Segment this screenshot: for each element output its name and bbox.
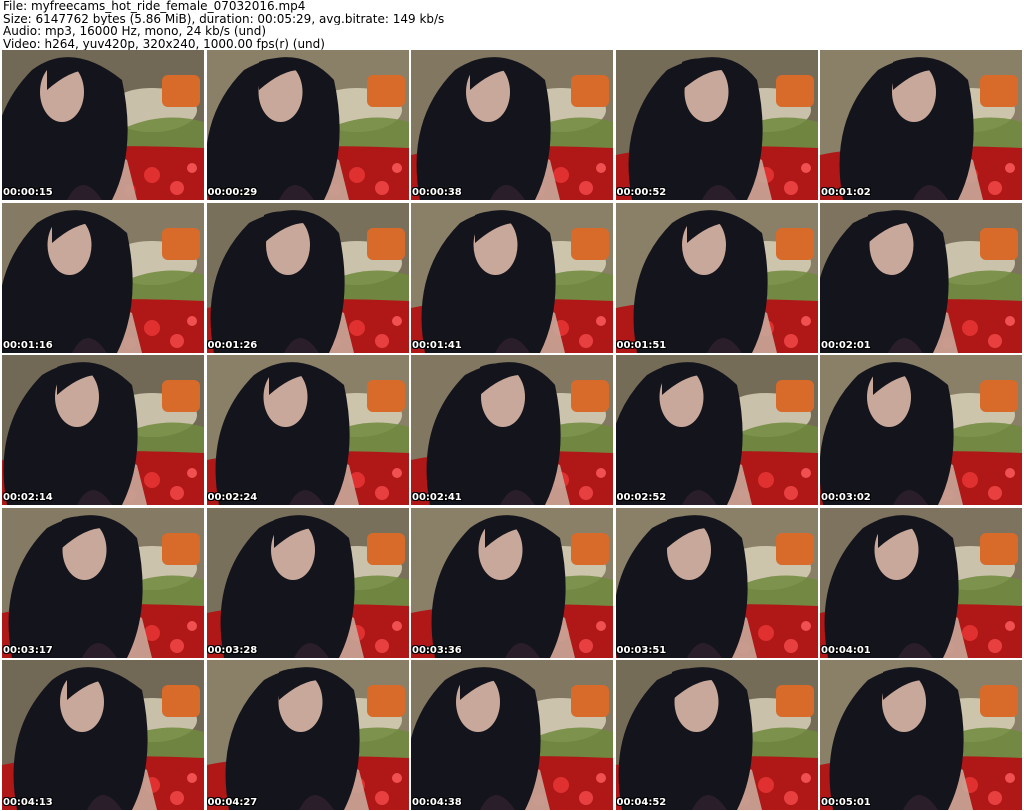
- frame-timestamp: 00:01:02: [821, 187, 871, 198]
- frame-timestamp: 00:02:52: [616, 492, 667, 503]
- webcam-frame-image: [2, 660, 204, 810]
- webcam-frame-image: [411, 507, 613, 658]
- thumbnail-frame: 00:01:02: [820, 50, 1022, 200]
- webcam-frame-image: [615, 355, 818, 505]
- frame-timestamp: 00:04:38: [412, 797, 462, 808]
- frame-timestamp: 00:01:51: [616, 339, 667, 351]
- thumbnail-frame: 00:05:01: [820, 660, 1022, 810]
- frame-timestamp: 00:02:14: [3, 492, 53, 503]
- webcam-frame-image: [615, 507, 818, 658]
- frame-timestamp: 00:00:29: [207, 187, 258, 198]
- thumbnail-frame: 00:03:02: [820, 355, 1022, 505]
- thumbnail-frame: 00:03:51: [615, 507, 818, 658]
- thumbnail-frame: 00:04:38: [411, 660, 613, 810]
- thumbnail-grid: 00:00:15 00:00:29 00:00:38 00:00:52 00:01:02…: [2, 50, 1022, 810]
- webcam-frame-image: [411, 660, 613, 810]
- webcam-frame-image: [615, 660, 818, 810]
- frame-timestamp: 00:04:01: [821, 644, 871, 656]
- frame-timestamp: 00:01:16: [3, 339, 53, 351]
- file-name-line: File: myfreecams_hot_ride_female_0703201…: [3, 0, 306, 13]
- thumbnail-frame: 00:01:41: [411, 202, 613, 353]
- audio-info-line: Audio: mp3, 16000 Hz, mono, 24 kb/s (und…: [3, 25, 267, 38]
- thumbnail-frame: 00:00:15: [2, 50, 204, 200]
- thumbnail-frame: 00:01:51: [615, 202, 818, 353]
- thumbnail-frame: 00:00:38: [411, 50, 613, 200]
- webcam-frame-image: [615, 50, 818, 200]
- thumbnail-frame: 00:03:17: [2, 507, 204, 658]
- thumbnail-frame: 00:02:41: [411, 355, 613, 505]
- file-size-line: Size: 6147762 bytes (5.86 MiB), duration…: [3, 12, 445, 25]
- webcam-frame-image: [820, 202, 1022, 353]
- video-info-line: Video: h264, yuv420p, 320x240, 1000.00 f…: [3, 37, 325, 50]
- webcam-frame-image: [206, 507, 409, 658]
- webcam-frame-image: [820, 50, 1022, 200]
- webcam-frame-image: [411, 50, 613, 200]
- frame-timestamp: 00:04:13: [3, 797, 53, 808]
- thumbnail-frame: 00:02:14: [2, 355, 204, 505]
- webcam-frame-image: [820, 355, 1022, 505]
- frame-timestamp: 00:03:17: [3, 644, 53, 656]
- frame-timestamp: 00:04:52: [616, 797, 667, 808]
- frame-timestamp: 00:00:15: [3, 187, 53, 198]
- frame-timestamp: 00:05:01: [821, 797, 871, 808]
- thumbnail-frame: 00:02:01: [820, 202, 1022, 353]
- webcam-frame-image: [411, 355, 613, 505]
- thumbnail-frame: 00:01:26: [206, 202, 409, 353]
- frame-timestamp: 00:03:28: [207, 644, 258, 656]
- thumbnail-frame: 00:04:27: [206, 660, 409, 810]
- webcam-frame-image: [206, 660, 409, 810]
- frame-timestamp: 00:02:01: [821, 339, 871, 351]
- thumbnail-frame: 00:03:28: [206, 507, 409, 658]
- frame-timestamp: 00:02:41: [412, 492, 462, 503]
- webcam-frame-image: [2, 202, 204, 353]
- frame-timestamp: 00:00:52: [616, 187, 667, 198]
- video-info-header: File: myfreecams_hot_ride_female_0703201…: [3, 0, 1021, 50]
- thumbnail-frame: 00:01:16: [2, 202, 204, 353]
- webcam-frame-image: [820, 507, 1022, 658]
- thumbnail-frame: 00:02:24: [206, 355, 409, 505]
- thumbnail-frame: 00:00:29: [206, 50, 409, 200]
- frame-timestamp: 00:03:02: [821, 492, 871, 503]
- frame-timestamp: 00:04:27: [207, 797, 258, 808]
- thumbnail-frame: 00:04:52: [615, 660, 818, 810]
- webcam-frame-image: [411, 202, 613, 353]
- thumbnail-frame: 00:04:13: [2, 660, 204, 810]
- frame-timestamp: 00:01:26: [207, 339, 258, 351]
- thumbnail-frame: 00:03:36: [411, 507, 613, 658]
- thumbnail-frame: 00:00:52: [615, 50, 818, 200]
- frame-timestamp: 00:00:38: [412, 187, 462, 198]
- thumbnail-frame: 00:02:52: [615, 355, 818, 505]
- webcam-frame-image: [2, 50, 204, 200]
- webcam-frame-image: [2, 355, 204, 505]
- webcam-frame-image: [615, 202, 818, 353]
- frame-timestamp: 00:02:24: [207, 492, 258, 503]
- thumbnail-frame: 00:04:01: [820, 507, 1022, 658]
- frame-timestamp: 00:01:41: [412, 339, 462, 351]
- webcam-frame-image: [206, 50, 409, 200]
- webcam-frame-image: [206, 202, 409, 353]
- webcam-frame-image: [206, 355, 409, 505]
- webcam-frame-image: [2, 507, 204, 658]
- frame-timestamp: 00:03:36: [412, 644, 462, 656]
- frame-timestamp: 00:03:51: [616, 644, 667, 656]
- webcam-frame-image: [820, 660, 1022, 810]
